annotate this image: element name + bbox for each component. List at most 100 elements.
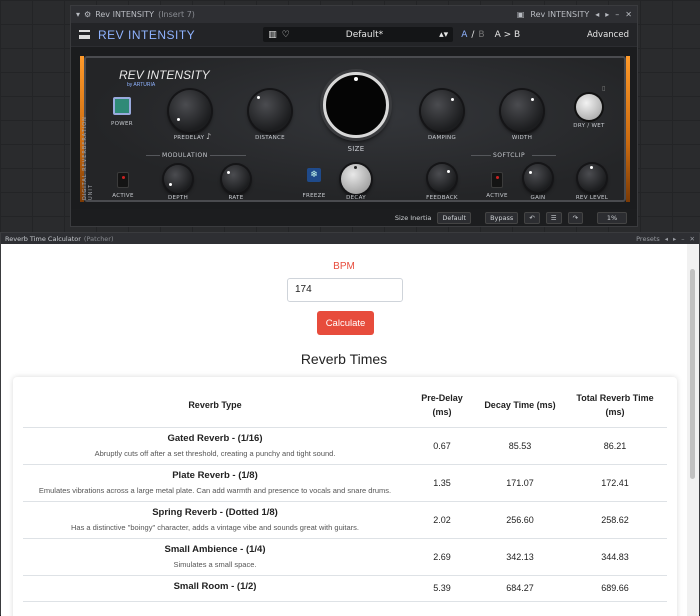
freeze-button[interactable]: ❄ <box>307 168 321 182</box>
bpm-input[interactable]: 174 <box>287 278 403 302</box>
preset-selector[interactable]: ▥ ♡ Default* ▴▾ <box>263 27 454 42</box>
plugin-toolbar: REV INTENSITY ▥ ♡ Default* ▴▾ A / B A > … <box>71 23 637 47</box>
softclip-active-button[interactable] <box>491 172 503 188</box>
plugin-panel: DIGITAL REVERBERATION UNIT REV INTENSITY… <box>82 56 626 202</box>
heart-icon[interactable]: ♡ <box>282 30 290 40</box>
decay-cell: 171.07 <box>477 464 563 502</box>
ab-a[interactable]: A <box>461 30 467 40</box>
rev-level-knob[interactable] <box>578 164 606 192</box>
dry-wet-knob[interactable] <box>576 94 602 120</box>
decay-cell: 85.53 <box>477 427 563 465</box>
plugin-title-right: Rev INTENSITY <box>530 10 590 19</box>
library-icon[interactable]: ▥ <box>268 30 277 40</box>
right-glow <box>626 56 630 202</box>
cpu-meter: 1% <box>597 211 627 224</box>
redo-icon[interactable]: ↷ <box>567 211 583 224</box>
link-icon[interactable]: ▯ <box>602 85 605 92</box>
calculate-button[interactable]: Calculate <box>317 311 374 335</box>
decay-cell: 684.27 <box>477 575 563 602</box>
rev-level-label: REV LEVEL <box>575 195 609 201</box>
size-inertia-select[interactable]: Default <box>437 211 472 224</box>
decay-cell: 342.13 <box>477 538 563 576</box>
ab-b[interactable]: B <box>478 30 484 40</box>
results-card: Reverb Type Pre-Delay (ms) Decay Time (m… <box>13 377 677 616</box>
patcher-titlebar[interactable]: Reverb Time Calculator (Patcher) Presets… <box>1 233 699 244</box>
note-icon[interactable]: ♪ <box>206 132 211 141</box>
predelay-cell: 1.35 <box>407 464 477 502</box>
minimize-icon[interactable]: – <box>615 10 619 19</box>
gain-label: GAIN <box>530 195 546 201</box>
rate-label: RATE <box>228 195 244 201</box>
brand-name: REV INTENSITY <box>98 27 196 42</box>
next-icon[interactable]: ▸ <box>673 235 676 243</box>
bypass-button[interactable]: Bypass <box>485 211 519 224</box>
power-label: POWER <box>111 121 133 127</box>
feedback-knob[interactable] <box>428 164 456 192</box>
total-cell: 172.41 <box>563 464 667 502</box>
reverb-desc: Emulates vibrations across a large metal… <box>38 485 392 495</box>
next-icon[interactable]: ▸ <box>605 10 609 19</box>
ab-switch[interactable]: A / B A > B <box>461 30 520 40</box>
reverb-type-cell: Spring Reverb - (Dotted 1/8) Has a distin… <box>23 501 407 539</box>
modulation-active-button[interactable] <box>117 172 129 188</box>
modulation-line-left <box>146 155 160 156</box>
col-reverb-type: Reverb Type <box>23 383 407 428</box>
reverb-type-cell: Plate Reverb - (1/8) Emulates vibrations … <box>23 464 407 502</box>
feedback-label: FEEDBACK <box>426 195 458 201</box>
history-icon[interactable]: ☰ <box>545 211 562 224</box>
ab-copy-button[interactable]: A > B <box>495 30 521 40</box>
depth-knob[interactable] <box>164 165 192 193</box>
modulation-active-label: ACTIVE <box>112 193 134 199</box>
plugin-titlebar[interactable]: ▾ ⚙ Rev INTENSITY (Insert 7) ▣ Rev INTEN… <box>71 6 637 23</box>
size-knob[interactable] <box>323 72 389 138</box>
width-knob[interactable] <box>501 90 543 132</box>
patcher-window: Reverb Time Calculator (Patcher) Presets… <box>0 232 700 616</box>
power-button[interactable] <box>113 97 131 115</box>
predelay-knob[interactable] <box>169 90 211 132</box>
size-label: SIZE <box>347 145 365 153</box>
prev-icon[interactable]: ◂ <box>595 10 599 19</box>
plugin-logo: REV INTENSITY by ARTURIA <box>119 68 210 88</box>
reverb-desc: Abruptly cuts off after a set threshold,… <box>94 448 336 458</box>
scrollbar-thumb[interactable] <box>690 269 695 479</box>
decay-knob[interactable] <box>341 164 371 194</box>
modulation-label: MODULATION <box>162 152 208 159</box>
depth-label: DEPTH <box>167 195 189 201</box>
results-heading: Reverb Times <box>300 351 388 367</box>
predelay-cell: 2.02 <box>407 501 477 539</box>
menu-icon[interactable] <box>79 30 90 39</box>
table-row: Spring Reverb - (Dotted 1/8) Has a distin… <box>23 501 667 539</box>
distance-knob[interactable] <box>249 90 291 132</box>
dry-wet-label: DRY / WET <box>573 123 605 129</box>
plugin-window: ▾ ⚙ Rev INTENSITY (Insert 7) ▣ Rev INTEN… <box>70 5 638 227</box>
logo-text: REV INTENSITY <box>119 68 210 82</box>
predelay-cell: 5.39 <box>407 575 477 602</box>
plugin-footer: Size Inertia Default Bypass ↶ ☰ ↷ 1% <box>71 209 637 226</box>
table-row: Small Ambience - (1/4) Simulates a small … <box>23 538 667 576</box>
reverb-type-cell: Small Ambience - (1/4) Simulates a small … <box>23 538 407 576</box>
preset-arrows-icon[interactable]: ▴▾ <box>439 30 448 40</box>
rate-knob[interactable] <box>222 165 250 193</box>
close-icon[interactable]: ✕ <box>625 10 632 19</box>
damping-knob[interactable] <box>421 90 463 132</box>
close-icon[interactable]: ✕ <box>690 235 695 243</box>
advanced-button[interactable]: Advanced <box>587 30 629 40</box>
reverb-name: Small Ambience - (1/4) <box>164 543 266 555</box>
collapse-icon[interactable]: ▾ <box>76 10 80 19</box>
undo-icon[interactable]: ↶ <box>524 211 540 224</box>
decay-label: DECAY <box>346 195 366 201</box>
prev-icon[interactable]: ◂ <box>665 235 668 243</box>
minimize-icon[interactable]: – <box>681 235 684 243</box>
reverb-type-cell: Small Room - (1/2) <box>23 575 407 602</box>
snowflake-icon: ❄ <box>310 170 318 180</box>
decay-cell: 256.60 <box>477 501 563 539</box>
gain-knob[interactable] <box>524 164 552 192</box>
gear-icon[interactable]: ⚙ <box>84 10 91 19</box>
presets-button[interactable]: Presets <box>636 235 660 243</box>
logo-sub: by ARTURIA <box>127 82 156 88</box>
reverb-desc: Simulates a small space. <box>173 559 257 569</box>
reverb-name: Gated Reverb - (1/16) <box>167 432 263 444</box>
size-inertia-label: Size Inertia <box>394 213 432 222</box>
reverb-name: Plate Reverb - (1/8) <box>172 469 258 481</box>
damping-label: DAMPING <box>427 135 457 141</box>
